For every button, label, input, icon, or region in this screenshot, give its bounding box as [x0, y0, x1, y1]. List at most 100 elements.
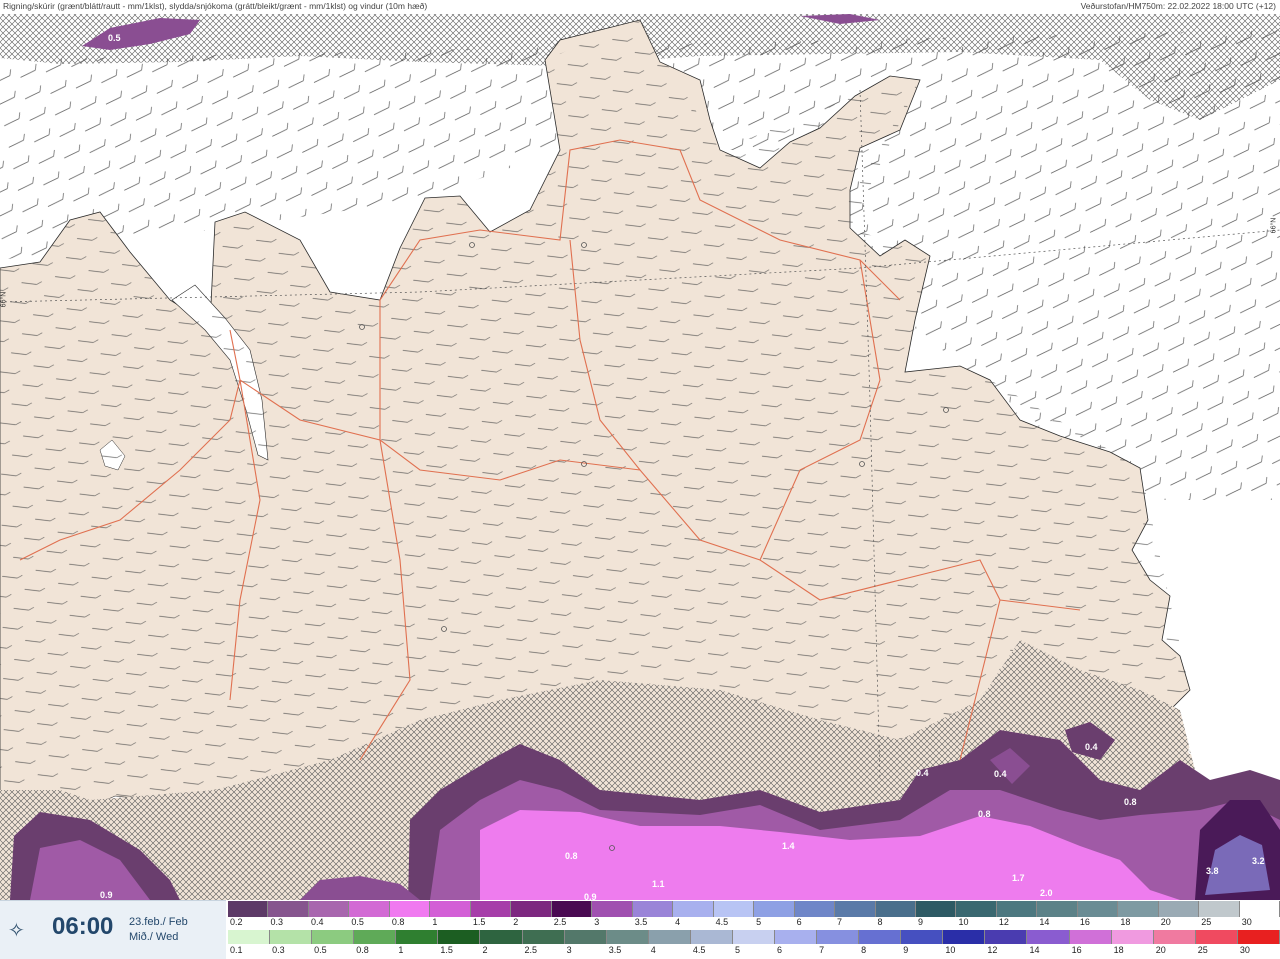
rain-swatch — [732, 930, 776, 944]
precip-label: 2.0 — [1040, 888, 1053, 898]
precip-label: 3.8 — [1206, 866, 1219, 876]
snow-label: 30 — [1241, 917, 1252, 927]
map-header-source: Veðurstofan/HM750m: 22.02.2022 18:00 UTC… — [1080, 1, 1276, 11]
rain-label: 9 — [903, 945, 909, 955]
snow-swatch — [673, 901, 714, 917]
rain-legend-swatches — [228, 930, 1280, 944]
rain-swatch — [1237, 930, 1280, 944]
rain-swatch — [564, 930, 607, 944]
snow-swatch — [1077, 901, 1119, 917]
rain-swatch — [648, 930, 691, 944]
precip-label: 1.4 — [782, 841, 795, 851]
snow-swatch — [713, 901, 755, 917]
snow-swatch — [470, 901, 512, 917]
snow-swatch — [511, 901, 552, 917]
precip-label: 0.8 — [1124, 797, 1137, 807]
rain-swatch — [1069, 930, 1112, 944]
precipitation-legend: 0.2 0.3 0.4 0.5 0.8 1 1.5 2 2.5 3 3.5 4 4.5 5 6 7 8 9 10 12… — [228, 900, 1280, 958]
rain-label: 10 — [945, 945, 956, 955]
snow-label: 7 — [837, 917, 843, 927]
snow-swatch — [308, 901, 350, 917]
snow-label: 3 — [594, 917, 600, 927]
snow-swatch — [996, 901, 1038, 917]
precip-label: 1.1 — [652, 879, 665, 889]
rain-swatch — [690, 930, 733, 944]
snow-swatch — [389, 901, 431, 917]
rain-label: 4.5 — [692, 945, 706, 955]
rain-label: 20 — [1155, 945, 1166, 955]
snow-swatch — [754, 901, 795, 917]
precip-label: 1.7 — [1012, 873, 1025, 883]
snow-swatch — [551, 901, 593, 917]
snow-swatch — [349, 901, 390, 917]
snow-label: 3.5 — [634, 917, 648, 927]
snow-label: 20 — [1160, 917, 1171, 927]
snow-legend-labels: 0.2 0.3 0.4 0.5 0.8 1 1.5 2 2.5 3 3.5 4 4.5 5 6 7 8 9 10 12… — [228, 917, 1280, 929]
snow-swatch — [1158, 901, 1200, 917]
compass-icon: ✧ — [8, 918, 25, 942]
rain-swatch — [396, 930, 439, 944]
snow-label: 0.8 — [391, 917, 405, 927]
snow-swatch — [268, 901, 309, 917]
snow-swatch — [632, 901, 674, 917]
rain-swatch — [985, 930, 1028, 944]
snow-swatch — [915, 901, 957, 917]
rain-swatch — [228, 930, 271, 944]
snow-label: 2.5 — [553, 917, 567, 927]
rain-label: 8 — [861, 945, 867, 955]
rain-label: 0.3 — [272, 945, 285, 955]
snow-label: 6 — [796, 917, 802, 927]
rain-label: 3 — [566, 945, 572, 955]
rain-swatch — [480, 930, 523, 944]
rain-swatch — [522, 930, 565, 944]
snow-label: 0.5 — [351, 917, 364, 927]
forecast-date: 23.feb./ Feb — [129, 916, 188, 928]
snow-label: 25 — [1201, 917, 1212, 927]
rain-label: 5 — [734, 945, 740, 955]
rain-label: 18 — [1113, 945, 1124, 955]
latitude-label-left: 66°N — [0, 291, 8, 308]
snow-label: 16 — [1079, 917, 1090, 927]
rain-label: 14 — [1029, 945, 1040, 955]
snow-label: 0.3 — [270, 917, 283, 927]
rain-swatch — [943, 930, 986, 944]
snow-label: 9 — [917, 917, 923, 927]
rain-swatch — [312, 930, 355, 944]
forecast-time: 06:00 — [52, 913, 114, 940]
rain-label: 6 — [777, 945, 783, 955]
snow-label: 0.2 — [230, 917, 243, 927]
rain-swatch — [1153, 930, 1196, 944]
rain-label: 0.5 — [314, 945, 327, 955]
rain-swatch — [859, 930, 902, 944]
snow-label: 8 — [877, 917, 883, 927]
rain-swatch — [775, 930, 818, 944]
rain-label: 25 — [1197, 945, 1208, 955]
rain-swatch — [901, 930, 944, 944]
rain-legend-labels: 0.1 0.3 0.5 0.8 1 1.5 2 2.5 3 3.5 4 4.5 5 6 7 8 9 10 12 14 1… — [228, 945, 1280, 957]
rain-label: 1 — [398, 945, 404, 955]
rain-label: 2 — [482, 945, 488, 955]
precip-label: 0.5 — [108, 33, 121, 43]
rain-label: 30 — [1239, 945, 1250, 955]
rain-label: 0.8 — [356, 945, 369, 955]
snow-swatch — [875, 901, 916, 917]
rain-label: 12 — [987, 945, 998, 955]
precip-label: 0.8 — [565, 851, 578, 861]
snow-label: 1 — [432, 917, 438, 927]
rain-label: 7 — [819, 945, 825, 955]
rain-label: 0.1 — [230, 945, 243, 955]
snow-swatch — [1239, 901, 1280, 917]
rain-swatch — [1027, 930, 1070, 944]
map-header-title: Rigning/skúrir (grænt/blátt/rautt - mm/1… — [3, 1, 428, 11]
rain-label: 16 — [1071, 945, 1082, 955]
snow-swatch — [794, 901, 836, 917]
snow-swatch — [1037, 901, 1078, 917]
weather-map: 0.5 0.9 0.8 0.9 1.1 1.4 0.4 0.8 1.7 2.0 … — [0, 0, 1280, 958]
snow-label: 18 — [1120, 917, 1131, 927]
snow-swatch — [430, 901, 471, 917]
snow-legend-swatches — [228, 901, 1280, 917]
time-panel: ✧ 06:00 23.feb./ Feb Mið./ Wed — [0, 900, 226, 959]
snow-swatch — [228, 901, 269, 917]
precip-label: 0.9 — [100, 890, 113, 900]
snow-label: 1.5 — [472, 917, 486, 927]
